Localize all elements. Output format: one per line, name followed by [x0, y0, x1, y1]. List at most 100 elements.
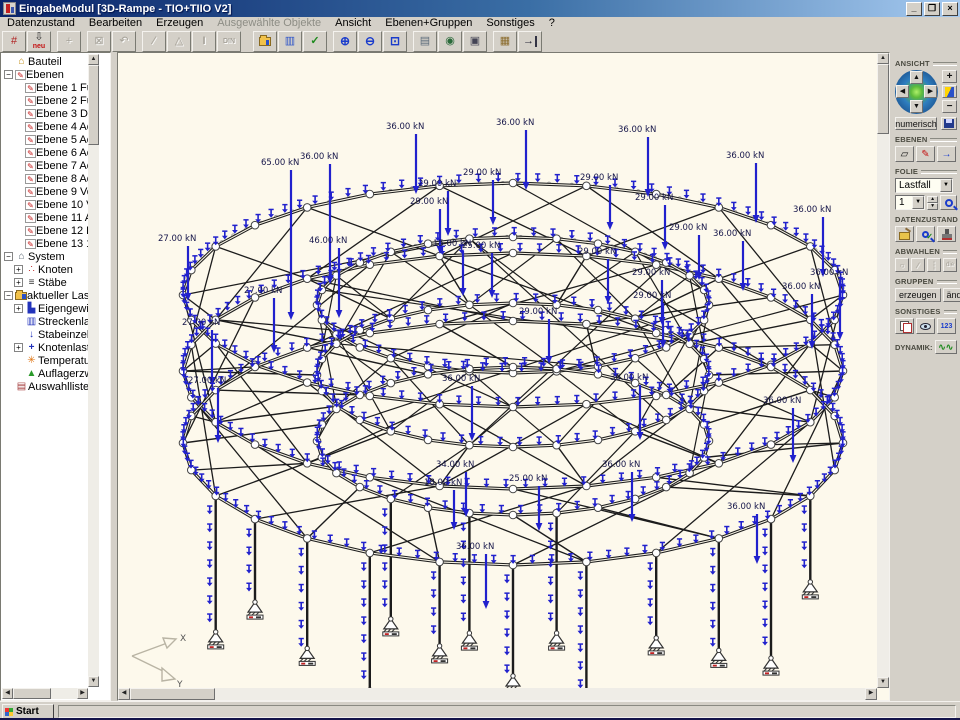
collapse-icon[interactable]: − [4, 291, 13, 300]
menu-datenzustand[interactable]: Datenzustand [0, 17, 82, 30]
tree-item-ebene-12-eg[interactable]: ✎Ebene 12 EG [2, 224, 99, 237]
folie-type-dropdown-icon[interactable]: ▼ [940, 179, 952, 192]
tree-hscroll-thumb[interactable] [13, 688, 51, 699]
zoom-in-button[interactable]: ⊕ [333, 31, 357, 52]
tree-scroll-down[interactable]: ▼ [88, 676, 99, 687]
menu-sonstiges[interactable]: Sonstiges [479, 17, 541, 30]
open-button[interactable] [253, 31, 277, 52]
dynamics-button[interactable]: ∿∿ [935, 340, 958, 354]
expand-icon[interactable]: + [14, 304, 23, 313]
view-zoom-in-button[interactable]: + [942, 70, 957, 83]
expand-icon[interactable]: + [14, 265, 23, 274]
view-zoom-out-button[interactable]: − [942, 100, 957, 113]
tree-item-ebene-11-au[interactable]: ✎Ebene 11 Au [2, 211, 99, 224]
tree-scroll-right[interactable]: ▶ [77, 688, 88, 699]
close-button[interactable]: × [942, 2, 958, 16]
expand-icon[interactable]: + [14, 278, 23, 287]
tree-scroll-left[interactable]: ◀ [2, 688, 13, 699]
new-button[interactable]: ⇩neu [27, 31, 51, 52]
canvas-vscroll-track[interactable] [877, 64, 889, 677]
menu--[interactable]: ? [542, 17, 562, 30]
tree-item-bauteil[interactable]: ⌂Bauteil [2, 55, 99, 68]
canvas-vscroll-thumb[interactable] [877, 64, 889, 134]
maximize-button[interactable]: ❒ [924, 2, 940, 16]
canvas-scroll-right[interactable]: ▶ [865, 688, 877, 700]
folie-number-dropdown-icon[interactable]: ▼ [912, 196, 924, 209]
tree-item-ebene-4-ach[interactable]: ✎Ebene 4 Ach [2, 120, 99, 133]
tree-item-eigengewich[interactable]: +▙Eigengewich [2, 302, 99, 315]
start-button[interactable]: Start [2, 704, 54, 719]
tree-vscroll-track[interactable] [88, 65, 99, 676]
numeric-view-button[interactable]: numerisch [895, 117, 937, 130]
canvas-hscroll-thumb[interactable] [130, 688, 215, 700]
rotate-right-button[interactable]: ▶ [924, 85, 937, 98]
tree-item-ebene-1-fun[interactable]: ✎Ebene 1 Fun [2, 81, 99, 94]
tree-vscroll-thumb[interactable] [88, 65, 99, 145]
plane-select-button[interactable]: ▱ [895, 146, 914, 162]
tree-item-stäbe[interactable]: +≡Stäbe [2, 276, 99, 289]
folie-search-button[interactable] [940, 195, 957, 210]
canvas-scroll-down[interactable]: ▼ [877, 677, 889, 688]
rotate-up-button[interactable]: ▲ [910, 71, 923, 84]
menu-ebenen-gruppen[interactable]: Ebenen+Gruppen [378, 17, 479, 30]
plane-edit-button[interactable]: ✎ [916, 146, 935, 162]
save-view-button[interactable] [941, 117, 957, 130]
rotate-left-button[interactable]: ◀ [896, 85, 909, 98]
tree-item-auflagerzwan[interactable]: ▲Auflagerzwan [2, 367, 99, 380]
collapse-icon[interactable]: − [4, 252, 13, 261]
stamp-data-button[interactable] [937, 226, 956, 242]
tree-item-ebene-8-ach[interactable]: ✎Ebene 8 Ach [2, 172, 99, 185]
rotate-down-button[interactable]: ▼ [910, 100, 923, 113]
tree-item-ebene-13-1c[interactable]: ✎Ebene 13 1C [2, 237, 99, 250]
expand-icon[interactable]: + [14, 343, 23, 352]
view-perspective-button[interactable] [942, 85, 957, 98]
group-create-button[interactable]: erzeugen [895, 288, 941, 302]
tree-item-ebenen[interactable]: −✎Ebenen [2, 68, 99, 81]
tree-item-streckenlast[interactable]: ▥Streckenlast [2, 315, 99, 328]
model-canvas[interactable]: 65.00 kN36.00 kN36.00 kN36.00 kN36.00 kN… [117, 52, 890, 701]
zoom-out-button[interactable]: ⊖ [358, 31, 382, 52]
zoom-window-button[interactable]: ⊡ [383, 31, 407, 52]
tree-item-knoten[interactable]: +∴Knoten [2, 263, 99, 276]
tree-item-ebene-5-ach[interactable]: ✎Ebene 5 Ach [2, 133, 99, 146]
plane-next-button[interactable]: → [937, 146, 956, 162]
canvas-scroll-up[interactable]: ▲ [877, 53, 889, 64]
tree-item-ebene-10-ve[interactable]: ✎Ebene 10 Ve [2, 198, 99, 211]
menu-bearbeiten[interactable]: Bearbeiten [82, 17, 149, 30]
numbers-button[interactable]: 123 [937, 318, 956, 334]
check-data-button[interactable]: ✓ [916, 226, 935, 242]
collapse-icon[interactable]: − [4, 70, 13, 79]
folie-number-spinner[interactable]: ▲▼ [927, 196, 938, 210]
tree-item-ebene-2-fug[interactable]: ✎Ebene 2 Fug [2, 94, 99, 107]
tree-item-aktueller-lastfall[interactable]: −aktueller Lastfall [2, 289, 99, 302]
numbering-button[interactable]: # [2, 31, 26, 52]
exit-button[interactable]: → [518, 31, 542, 52]
canvas-scroll-left[interactable]: ◀ [118, 688, 130, 700]
dimension-button[interactable]: ▥ [278, 31, 302, 52]
tree-scroll-up[interactable]: ▲ [88, 54, 99, 65]
tree-item-stabeinzellas[interactable]: ↓Stabeinzellas [2, 328, 99, 341]
print-button[interactable]: ▤ [413, 31, 437, 52]
minimize-button[interactable]: _ [906, 2, 922, 16]
tree-item-auswahllisten[interactable]: ▤Auswahllisten [2, 380, 99, 393]
canvas-hscroll-track[interactable] [130, 688, 865, 700]
tree-item-temperaturla[interactable]: ✳Temperaturla [2, 354, 99, 367]
copy-pages-button[interactable] [895, 318, 914, 334]
manual-button[interactable]: ▦ [493, 31, 517, 52]
tree-item-ebene-9-ve[interactable]: ✎Ebene 9 Ve [2, 185, 99, 198]
tree-item-ebene-7-ac[interactable]: ✎Ebene 7 Ac [2, 159, 99, 172]
folie-type-select[interactable]: Lastfall ▼ [895, 178, 953, 193]
menu-ansicht[interactable]: Ansicht [328, 17, 378, 30]
clean-data-button[interactable] [895, 226, 914, 242]
camera-button[interactable]: ▣ [463, 31, 487, 52]
tree-item-ebene-3-dec[interactable]: ✎Ebene 3 Dec [2, 107, 99, 120]
rotate-view-control[interactable]: ▲ ◀ ▶ ▼ [895, 70, 938, 114]
taskbar-tray[interactable] [58, 705, 956, 718]
norm-check-button[interactable]: ✓ [303, 31, 327, 52]
visibility-button[interactable] [916, 318, 935, 334]
view-button[interactable]: ◉ [438, 31, 462, 52]
menu-erzeugen[interactable]: Erzeugen [149, 17, 210, 30]
folie-number-select[interactable]: 1 ▼ [895, 195, 925, 210]
group-change-button[interactable]: ändern [943, 288, 960, 302]
tree-item-ebene-6-ach[interactable]: ✎Ebene 6 Ach [2, 146, 99, 159]
